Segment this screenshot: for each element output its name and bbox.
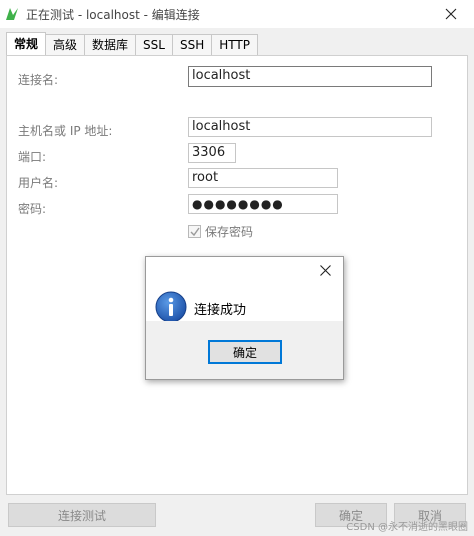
dialog-close-button[interactable] xyxy=(317,262,333,278)
window-title: 正在测试 - localhost - 编辑连接 xyxy=(26,7,200,22)
close-icon xyxy=(319,264,331,276)
save-password-option[interactable]: 保存密码 xyxy=(188,223,253,240)
host-label: 主机名或 IP 地址: xyxy=(18,124,113,138)
connection-success-dialog: 连接成功 确定 xyxy=(145,256,344,380)
dialog-message: 连接成功 xyxy=(194,303,247,318)
tab-http[interactable]: HTTP xyxy=(211,34,258,55)
dialog-ok-button[interactable]: 确定 xyxy=(208,340,282,364)
host-input[interactable]: localhost xyxy=(188,117,432,137)
info-icon xyxy=(155,291,187,323)
title-bar: 正在测试 - localhost - 编辑连接 xyxy=(0,0,474,28)
port-label: 端口: xyxy=(18,150,47,164)
window-close-button[interactable] xyxy=(428,0,474,28)
user-input[interactable]: root xyxy=(188,168,338,188)
password-label: 密码: xyxy=(18,202,47,216)
connection-name-label: 连接名: xyxy=(18,73,59,87)
watermark: CSDN @永不消逝的黑眼圈 xyxy=(346,522,468,533)
test-connection-button[interactable]: 连接测试 xyxy=(8,503,156,527)
navicat-icon xyxy=(4,6,20,22)
tab-ssh[interactable]: SSH xyxy=(171,34,213,55)
connection-name-input[interactable]: localhost xyxy=(188,66,432,87)
checkmark-icon xyxy=(190,227,200,236)
save-password-checkbox[interactable] xyxy=(188,225,201,238)
password-input[interactable]: ●●●●●●●● xyxy=(188,194,338,214)
tab-general[interactable]: 常规 xyxy=(6,32,47,55)
port-input[interactable]: 3306 xyxy=(188,143,236,163)
tab-advanced[interactable]: 高级 xyxy=(45,34,86,55)
close-icon xyxy=(445,8,457,20)
save-password-label: 保存密码 xyxy=(205,225,254,239)
tab-bar: 常规 高级 数据库 SSL SSH HTTP xyxy=(6,32,258,55)
user-label: 用户名: xyxy=(18,176,59,190)
tab-ssl[interactable]: SSL xyxy=(135,34,173,55)
dialog-title-bar xyxy=(146,257,343,283)
tab-databases[interactable]: 数据库 xyxy=(84,34,137,55)
